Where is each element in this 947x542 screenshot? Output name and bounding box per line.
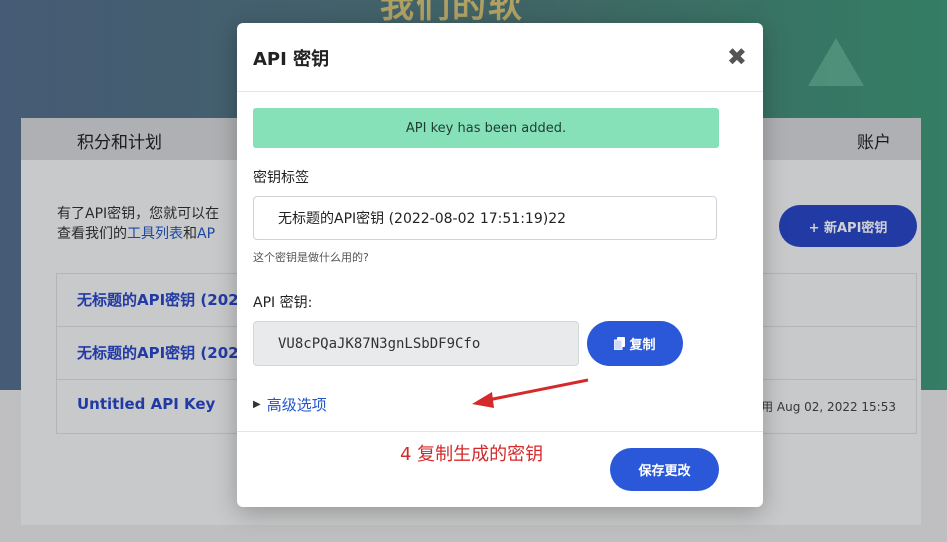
annotation-arrow — [472, 378, 589, 408]
